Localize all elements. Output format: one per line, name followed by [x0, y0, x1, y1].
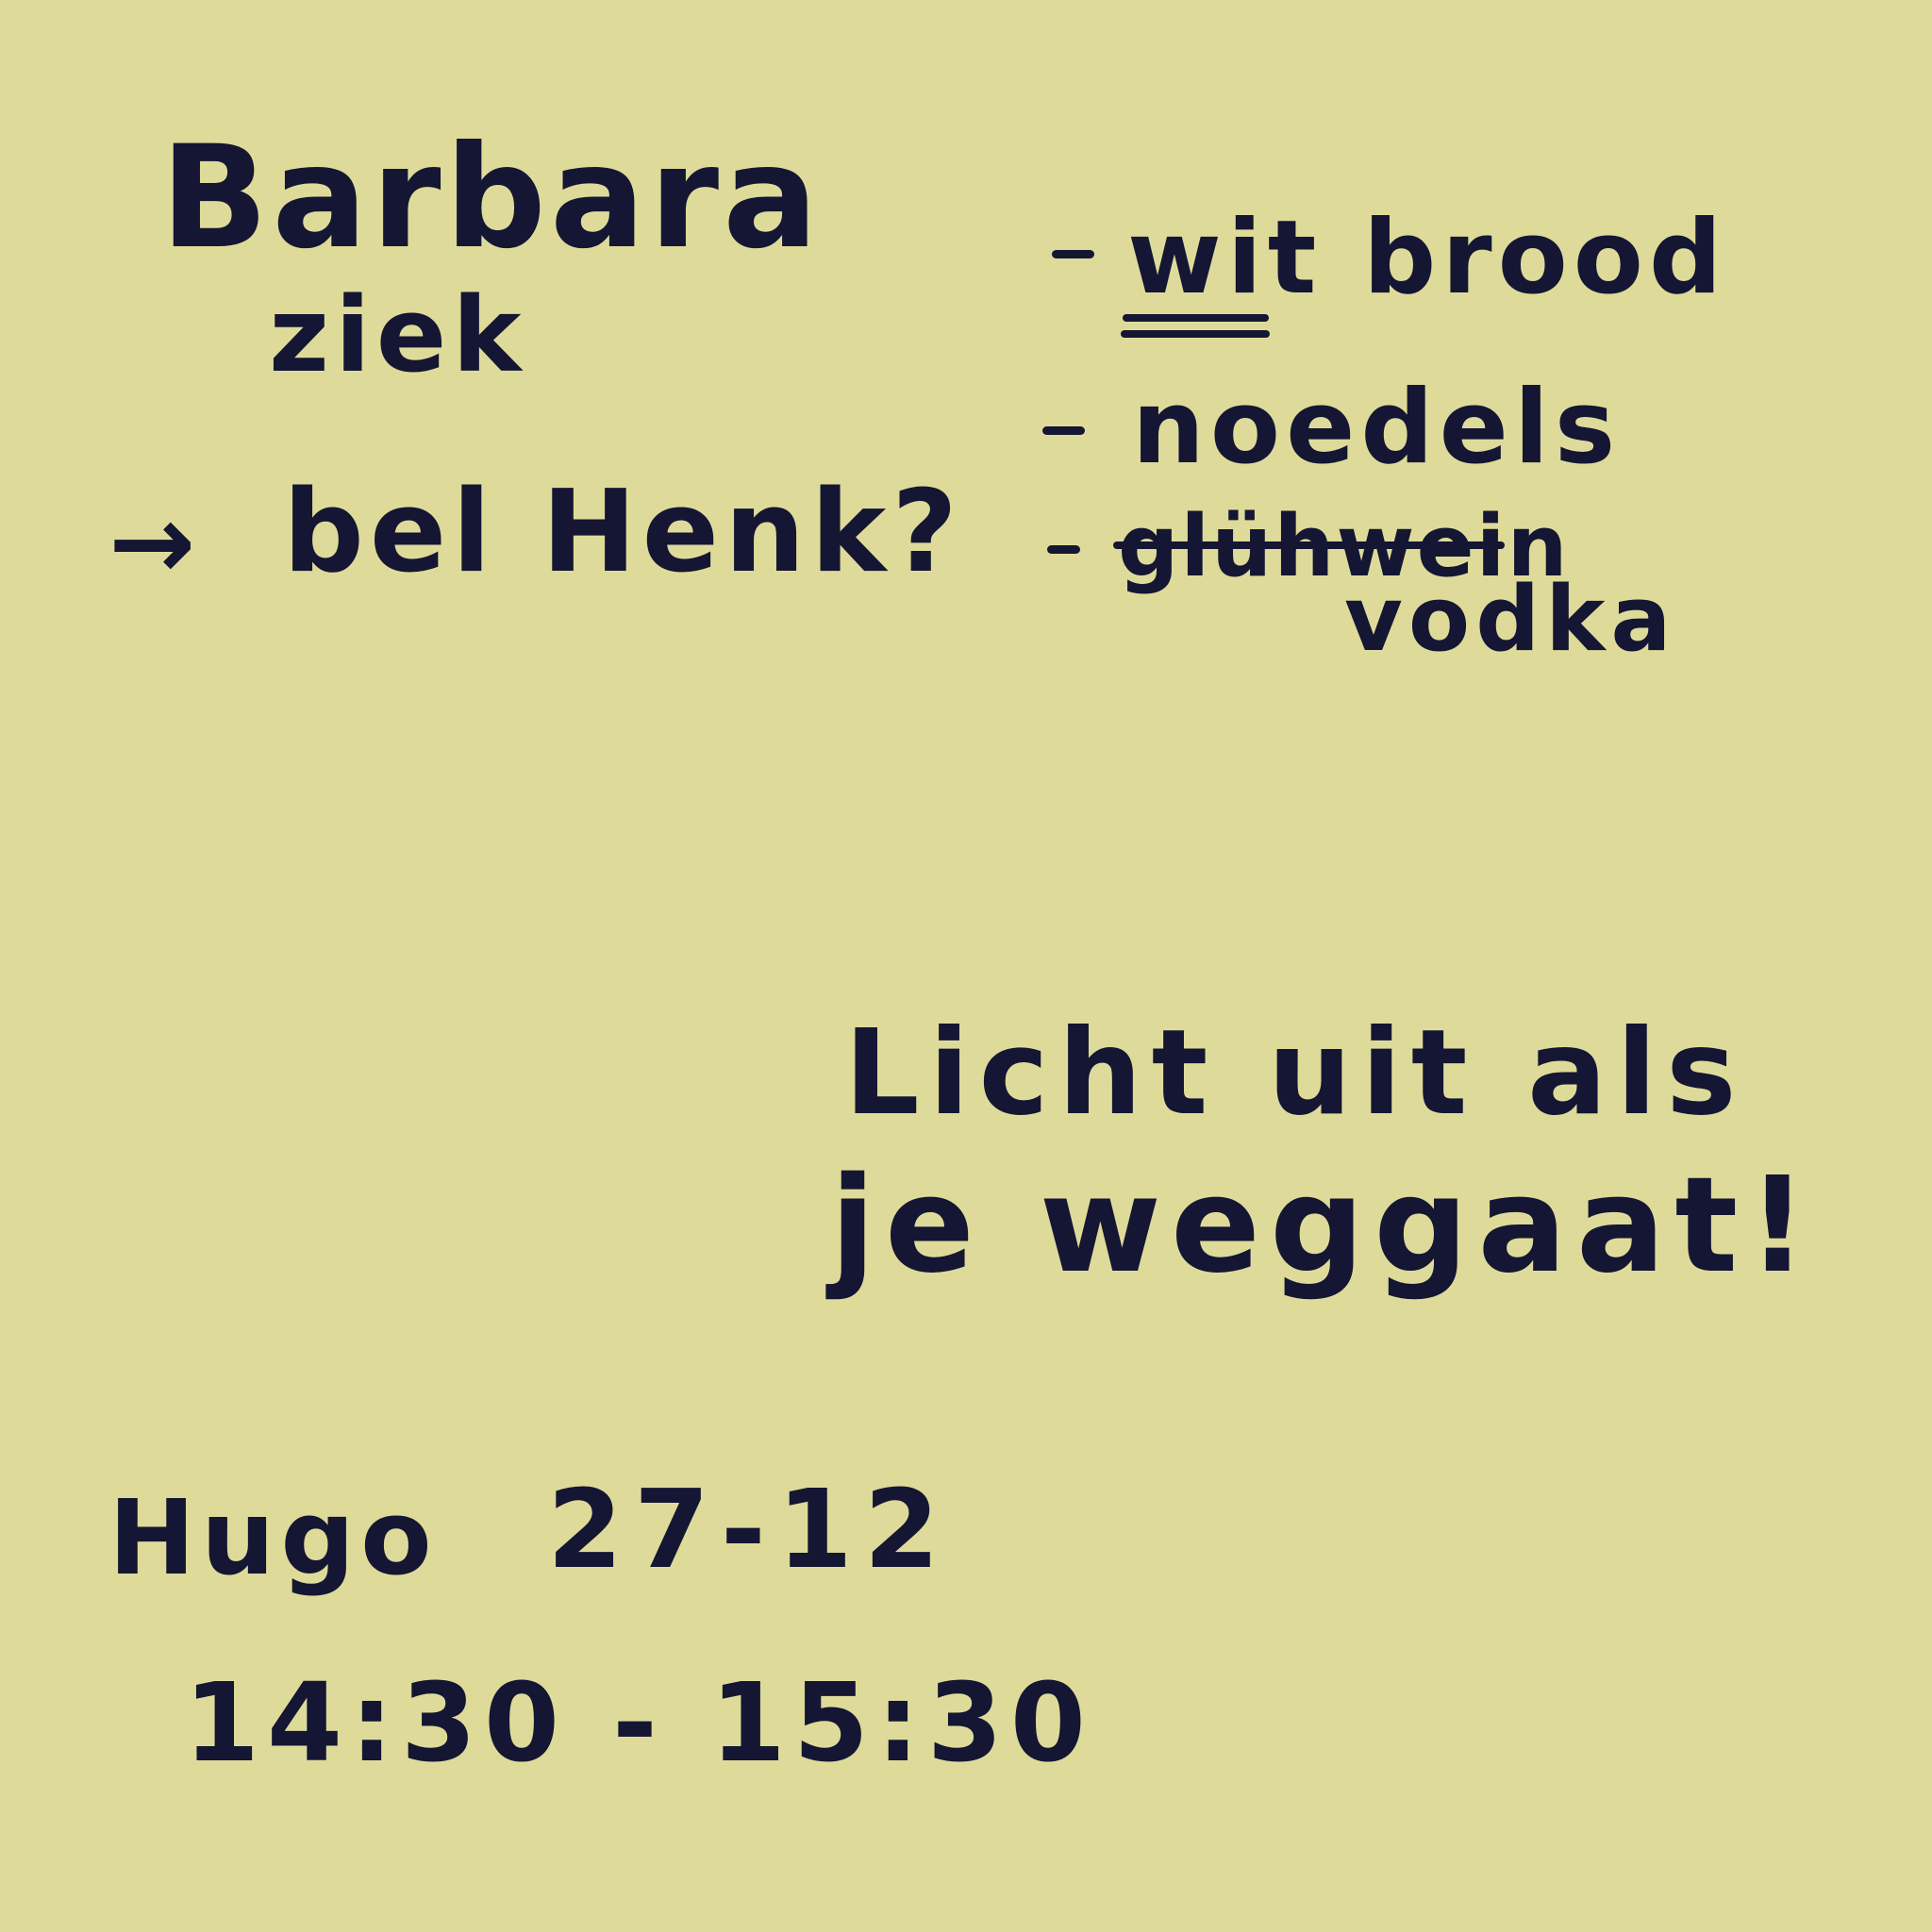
list-dash-1: [1052, 250, 1094, 258]
reminder-line-1: Licht uit als: [844, 1005, 1746, 1141]
list-item-noedels: noedels: [1132, 369, 1622, 487]
barbara-text: Barbara: [160, 116, 823, 280]
wit-underline-second: [1121, 330, 1270, 338]
appointment-name: Hugo: [108, 1477, 438, 1598]
ziek-text: ziek: [269, 275, 527, 395]
bel-henk-text: bel Henk?: [283, 467, 963, 598]
arrow-icon: →: [108, 482, 196, 603]
list-dash-2: [1042, 426, 1085, 435]
sticky-note: Barbara ziek → bel Henk? wit brood noede…: [0, 0, 1932, 1932]
list-dash-3: [1047, 545, 1080, 554]
gluhwein-strikethrough: [1113, 541, 1505, 549]
appointment-date: 27-12: [547, 1467, 951, 1593]
appointment-time: 14:30 - 15:30: [184, 1660, 1093, 1787]
list-item-wit-brood: wit brood: [1127, 199, 1728, 317]
vodka-replacement: vodka: [1344, 568, 1677, 672]
wit-underline: [1123, 314, 1269, 322]
reminder-line-2: je weggaat!: [830, 1149, 1818, 1303]
